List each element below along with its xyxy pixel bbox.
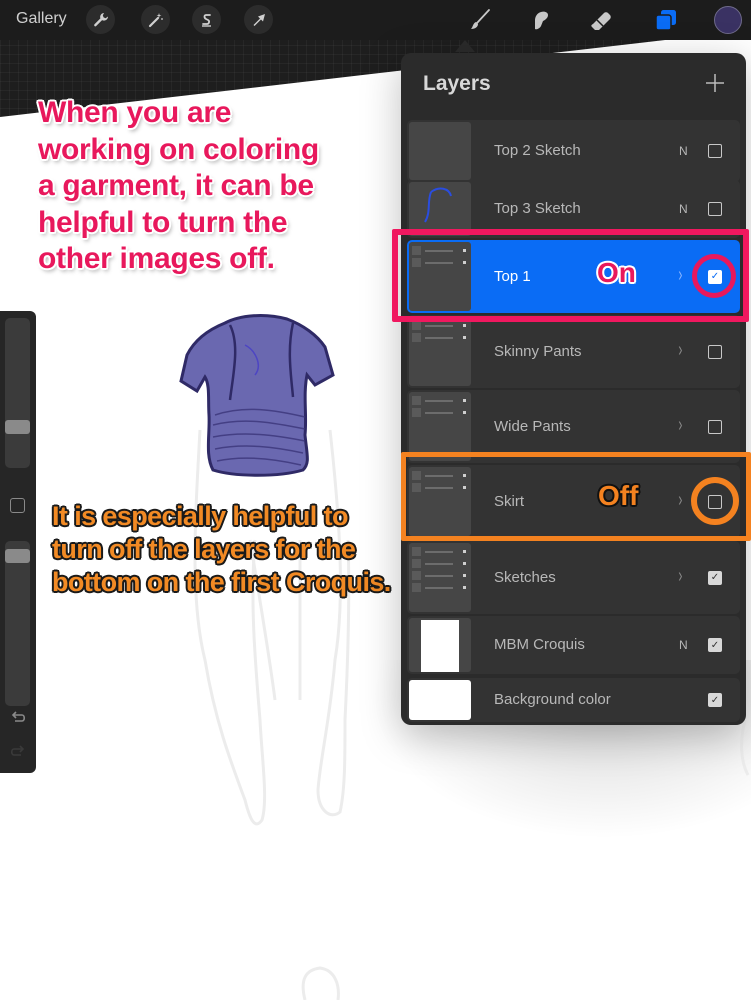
layer-row[interactable]: Skinny Pants ›	[407, 315, 740, 388]
left-sidebar	[0, 311, 36, 773]
on-highlight-circle	[692, 254, 736, 298]
smudge-button[interactable]	[526, 6, 554, 34]
layer-row[interactable]: Background color ✓	[407, 678, 740, 722]
layer-name: Wide Pants	[494, 417, 571, 435]
layer-thumbnail[interactable]	[409, 317, 471, 386]
layer-name: Top 2 Sketch	[494, 142, 581, 159]
layers-icon	[655, 10, 676, 31]
visibility-checkbox[interactable]: ✓	[708, 638, 722, 652]
eraser-icon	[591, 12, 611, 30]
layer-name: MBM Croquis	[494, 636, 585, 653]
top-annotation: When you are working on coloring a garme…	[38, 96, 319, 275]
chevron-right-icon[interactable]: ›	[678, 414, 682, 437]
layer-thumbnail[interactable]	[409, 543, 471, 612]
selection-s-icon	[201, 13, 211, 27]
layer-thumbnail[interactable]	[409, 122, 471, 180]
layers-panel: Layers Top 2 Sketch N Top 3 Sketch N Top 1 › ✓…	[401, 53, 746, 725]
bottom-annotation: It is especially helpful to turn off the…	[52, 501, 391, 597]
magic-wand-icon	[148, 12, 163, 27]
eraser-button[interactable]	[587, 6, 615, 34]
layer-thumbnail[interactable]	[409, 618, 471, 672]
layer-name: Top 3 Sketch	[494, 200, 581, 217]
layer-thumbnail[interactable]	[409, 392, 471, 461]
layer-name: Background color	[494, 691, 611, 708]
modify-button[interactable]	[10, 498, 25, 513]
blend-mode-button[interactable]: N	[679, 202, 688, 216]
layer-thumbnail[interactable]	[409, 680, 471, 720]
visibility-checkbox[interactable]	[708, 144, 722, 158]
layer-row[interactable]: Sketches › ✓	[407, 541, 740, 614]
opacity-slider[interactable]	[5, 541, 30, 706]
adjustments-button[interactable]	[141, 5, 170, 34]
on-label: On	[597, 257, 636, 288]
blend-mode-button[interactable]: N	[679, 144, 688, 158]
visibility-checkbox[interactable]: ✓	[708, 693, 722, 707]
add-layer-icon[interactable]	[703, 71, 727, 95]
gallery-button[interactable]: Gallery	[16, 10, 67, 28]
chevron-right-icon[interactable]: ›	[678, 339, 682, 362]
redo-icon[interactable]	[9, 745, 27, 761]
visibility-checkbox[interactable]	[708, 419, 722, 434]
layers-button[interactable]	[652, 6, 680, 34]
selection-button[interactable]	[192, 5, 221, 34]
transform-button[interactable]	[244, 5, 273, 34]
chevron-right-icon[interactable]: ›	[678, 565, 682, 588]
brush-button[interactable]	[466, 6, 494, 34]
opacity-thumb[interactable]	[5, 548, 30, 563]
blend-mode-button[interactable]: N	[679, 638, 688, 652]
color-picker-button[interactable]	[714, 6, 742, 34]
arrow-cursor-icon	[253, 13, 265, 26]
layer-thumbnail[interactable]	[409, 182, 471, 236]
actions-button[interactable]	[86, 5, 115, 34]
top-toolbar: Gallery	[0, 0, 751, 40]
shirt-illustration	[179, 314, 335, 477]
brush-size-thumb[interactable]	[5, 420, 30, 434]
layer-row[interactable]: Top 2 Sketch N	[407, 120, 740, 182]
undo-icon[interactable]	[9, 711, 27, 727]
visibility-checkbox[interactable]	[708, 344, 722, 359]
panel-caret	[455, 40, 475, 52]
wrench-icon	[93, 12, 108, 26]
layer-name: Sketches	[494, 568, 556, 586]
layers-title: Layers	[423, 72, 491, 95]
smudge-icon	[535, 11, 548, 30]
visibility-checkbox[interactable]	[708, 202, 722, 216]
off-label: Off	[598, 480, 639, 511]
off-highlight-circle	[691, 477, 739, 525]
layer-row[interactable]: MBM Croquis N ✓	[407, 616, 740, 674]
visibility-checkbox[interactable]: ✓	[708, 570, 722, 585]
layer-name: Skinny Pants	[494, 342, 582, 360]
brush-size-slider[interactable]	[5, 318, 30, 468]
brush-icon	[471, 9, 490, 29]
